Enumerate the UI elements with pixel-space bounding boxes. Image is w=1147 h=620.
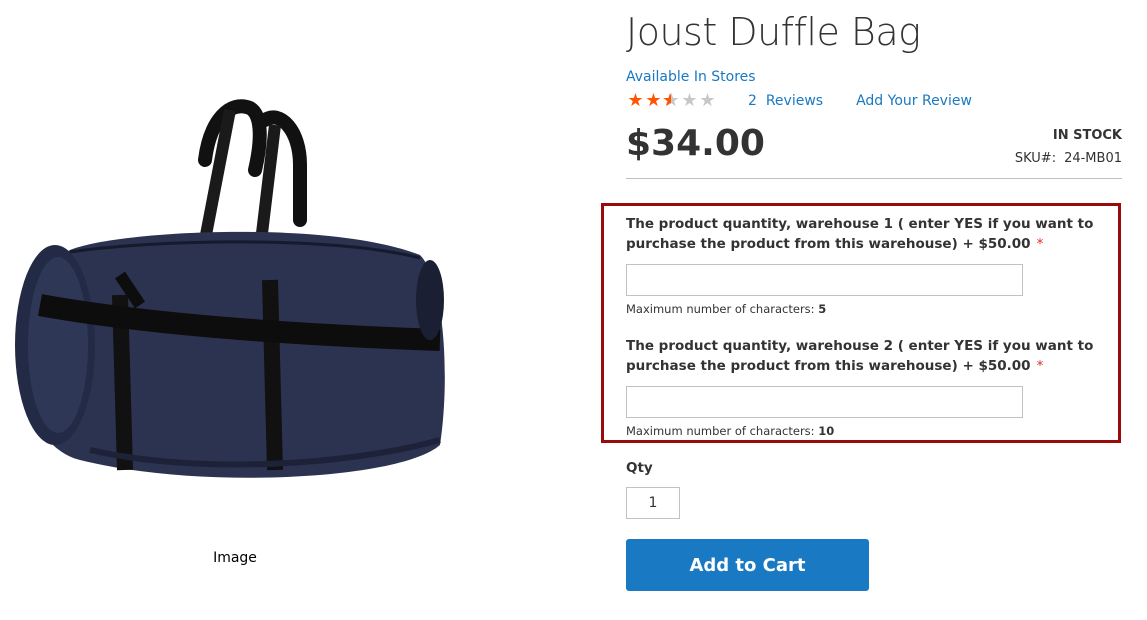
add-review-link[interactable]: Add Your Review — [856, 93, 972, 109]
qty-label: Qty — [626, 460, 653, 476]
warehouse-2-input[interactable] — [626, 386, 1023, 418]
stock-status: IN STOCK — [1052, 128, 1122, 143]
warehouse-1-input[interactable] — [626, 264, 1023, 296]
product-title: Joust Duffle Bag — [626, 10, 921, 54]
product-price: $34.00 — [626, 123, 765, 164]
option-label: The product quantity, warehouse 2 ( ente… — [626, 338, 1094, 374]
half-star-icon: ★ — [662, 92, 680, 111]
product-sku: SKU#: 24-MB01 — [1015, 151, 1122, 166]
available-in-stores-link[interactable]: Available In Stores — [626, 69, 756, 85]
divider — [626, 178, 1122, 179]
add-to-cart-button[interactable]: Add to Cart — [626, 539, 869, 591]
duffle-bag-image[interactable] — [0, 80, 470, 510]
star-empty-icon: ★ — [681, 90, 697, 111]
star-icon: ★ — [627, 90, 643, 111]
reviews-text: Reviews — [765, 93, 824, 109]
sku-value: 24-MB01 — [1064, 151, 1122, 166]
max-characters-note: Maximum number of characters: 5 — [626, 302, 827, 316]
rating-summary: ★ ★ ★ ★ ★ 2 Reviews Add Your Review — [626, 90, 972, 112]
required-marker: * — [1036, 236, 1044, 252]
custom-option-warehouse-2: The product quantity, warehouse 2 ( ente… — [626, 336, 1116, 438]
reviews-link[interactable]: 2 Reviews — [748, 93, 823, 109]
star-icon: ★ — [645, 90, 661, 111]
product-media: Image — [0, 0, 470, 600]
custom-option-warehouse-1: The product quantity, warehouse 1 ( ente… — [626, 214, 1116, 316]
required-marker: * — [1036, 358, 1044, 374]
qty-input[interactable] — [626, 487, 680, 519]
max-characters-note: Maximum number of characters: 10 — [626, 424, 835, 438]
option-label: The product quantity, warehouse 1 ( ente… — [626, 216, 1094, 252]
star-empty-icon: ★ — [699, 90, 715, 111]
rating-stars: ★ ★ ★ ★ ★ — [626, 90, 716, 111]
reviews-count: 2 — [748, 93, 757, 109]
image-caption: Image — [213, 550, 257, 566]
sku-label: SKU#: — [1014, 151, 1057, 166]
product-page: Image Joust Duffle Bag Available In Stor… — [0, 0, 1147, 620]
